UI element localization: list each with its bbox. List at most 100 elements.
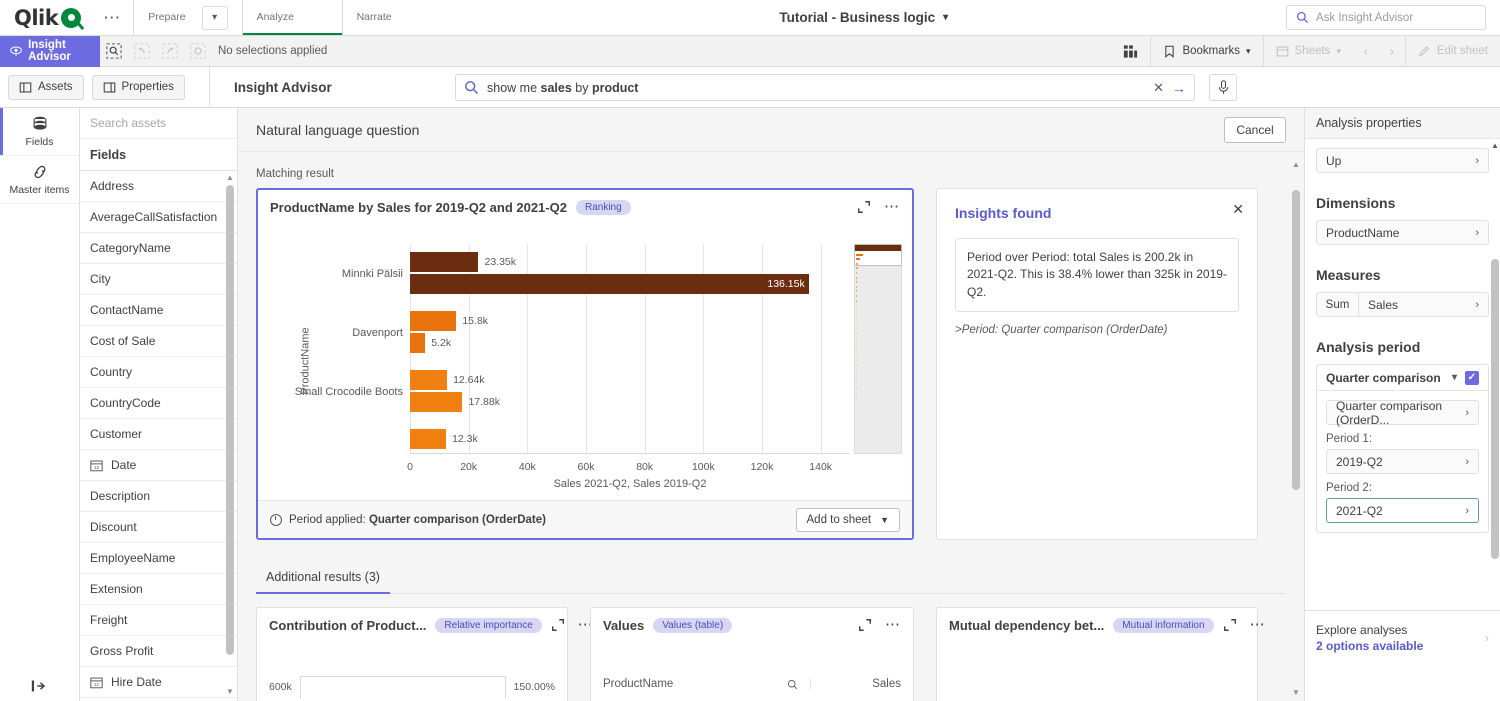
main-scrollbar[interactable]: ▲ ▼ [1290, 160, 1302, 697]
card-values[interactable]: Values Values (table) ⋯ [590, 607, 914, 701]
submit-search-icon[interactable]: → [1172, 80, 1186, 96]
insight-advisor-chip[interactable]: Insight Advisor [0, 36, 100, 67]
field-item[interactable]: ContactName [80, 295, 237, 326]
properties-scrollbar[interactable]: ▲ [1490, 139, 1500, 701]
field-item[interactable]: EmployeeName [80, 543, 237, 574]
minimap-bar [856, 323, 857, 325]
chart-bar[interactable] [410, 274, 809, 294]
nav-prepare[interactable]: Prepare Logical model ▾ [133, 0, 241, 35]
assets-scrollbar[interactable]: ▲ ▼ [224, 171, 236, 701]
scrollbar-thumb[interactable] [1292, 190, 1300, 490]
nav-analyze[interactable]: Analyze Sheet [242, 0, 342, 35]
chart-bar[interactable] [410, 392, 462, 412]
chart-bar[interactable] [410, 429, 446, 449]
minimap-bar [856, 364, 857, 366]
search-assets-input[interactable]: Search assets [80, 108, 237, 139]
field-item[interactable]: Address [80, 171, 237, 202]
chart-card[interactable]: ProductName by Sales for 2019-Q2 and 202… [256, 188, 914, 540]
field-item[interactable]: CategoryName [80, 233, 237, 264]
chart-bar[interactable] [410, 333, 425, 353]
card-contribution[interactable]: Contribution of Product... Relative impo… [256, 607, 568, 701]
sheets-button: Sheets ▾ [1263, 36, 1353, 67]
period1-select[interactable]: 2019-Q2 › [1326, 449, 1479, 474]
add-to-sheet-button[interactable]: Add to sheet ▼ [796, 508, 901, 532]
scroll-down-icon[interactable]: ▼ [224, 685, 236, 698]
field-label: Description [90, 489, 150, 503]
voice-input-button[interactable] [1209, 74, 1237, 101]
dimension-field[interactable]: ProductName › [1316, 220, 1489, 245]
calendar-icon: 12 [90, 676, 103, 689]
measure-field[interactable]: Sum Sales › [1316, 292, 1489, 317]
nav-analyze-sub: Analyze [257, 11, 294, 24]
field-item[interactable]: 12Hire Date [80, 667, 237, 698]
chevron-down-icon[interactable]: ▾ [943, 12, 948, 23]
scroll-up-icon[interactable]: ▲ [1490, 141, 1500, 150]
field-item[interactable]: Description [80, 481, 237, 512]
more-options-icon[interactable]: ⋯ [884, 203, 900, 211]
measure-aggregation[interactable]: Sum [1317, 293, 1359, 316]
field-item[interactable]: AverageCallSatisfaction [80, 202, 237, 233]
sort-direction-field[interactable]: Up › [1316, 148, 1489, 173]
sheet-grid-icon[interactable] [1111, 36, 1150, 67]
field-item[interactable]: Freight [80, 605, 237, 636]
scroll-up-icon[interactable]: ▲ [1290, 160, 1302, 169]
clear-search-icon[interactable]: ✕ [1153, 80, 1164, 96]
contribution-title: Contribution of Product... [269, 618, 426, 633]
scroll-up-icon[interactable]: ▲ [224, 171, 236, 184]
expand-icon[interactable] [1223, 618, 1237, 632]
ask-insight-advisor-input[interactable]: Ask Insight Advisor [1286, 5, 1486, 30]
field-item[interactable]: Cost of Sale [80, 326, 237, 357]
field-item[interactable]: Discount [80, 512, 237, 543]
period-enabled-checkbox[interactable]: ✓ [1465, 371, 1479, 385]
collapse-panel-button[interactable] [0, 679, 80, 693]
search-input[interactable]: show me sales by product ✕ → [455, 74, 1195, 101]
chart-bar[interactable] [410, 252, 478, 272]
scroll-down-icon[interactable]: ▼ [1290, 688, 1302, 697]
minimap-bar [856, 341, 857, 343]
field-item[interactable]: City [80, 264, 237, 295]
chart-minimap-scrollbar[interactable] [854, 244, 902, 454]
properties-toggle-button[interactable]: Properties [92, 75, 185, 100]
card-mutual-dependency[interactable]: Mutual dependency bet... Mutual informat… [936, 607, 1258, 701]
close-icon[interactable]: ✕ [1232, 201, 1244, 218]
cancel-button[interactable]: Cancel [1224, 117, 1286, 143]
expand-right-icon [30, 679, 50, 693]
nav-narrate[interactable]: Narrate Storytelling [342, 0, 442, 35]
eye-icon [10, 44, 22, 58]
bookmarks-button[interactable]: Bookmarks ▾ [1150, 36, 1262, 67]
tab-additional-results[interactable]: Additional results (3) [256, 562, 390, 594]
expand-icon[interactable] [858, 618, 872, 632]
chevron-down-icon[interactable]: ▾ [202, 6, 228, 30]
assets-toggle-button[interactable]: Assets [8, 75, 84, 100]
scrollbar-thumb[interactable] [1491, 259, 1499, 559]
selection-search-icon[interactable] [100, 36, 128, 67]
app-title[interactable]: Tutorial - Business logic ▾ [779, 10, 948, 25]
expand-icon[interactable] [857, 200, 871, 214]
expand-icon[interactable] [551, 618, 565, 632]
chart-bar[interactable] [410, 311, 456, 331]
nav-narrate-sub: Narrate [357, 11, 392, 24]
field-item[interactable]: 12Date [80, 450, 237, 481]
period-field-select[interactable]: Quarter comparison (OrderD... › [1326, 400, 1479, 425]
assets-panel: Search assets Fields AddressAverageCallS… [80, 108, 238, 701]
period2-select[interactable]: 2021-Q2 › [1326, 498, 1479, 523]
assets-section-header: Fields [80, 139, 237, 171]
rail-item-master-items[interactable]: Master items [0, 156, 79, 204]
field-item[interactable]: Extension [80, 574, 237, 605]
field-item[interactable]: CountryCode [80, 388, 237, 419]
scrollbar-thumb[interactable] [226, 185, 234, 655]
more-options-icon[interactable]: ⋯ [885, 621, 901, 629]
chart-bar[interactable] [410, 370, 447, 390]
field-item[interactable]: Gross Profit [80, 636, 237, 667]
period-type-select[interactable]: Quarter comparison ▾ ✓ [1317, 365, 1488, 391]
field-item[interactable]: Customer [80, 419, 237, 450]
ellipsis-icon[interactable]: ⋯ [91, 0, 133, 35]
field-item[interactable]: Country [80, 357, 237, 388]
explore-analyses-button[interactable]: Explore analyses 2 options available › [1305, 610, 1500, 665]
rail-item-fields[interactable]: Fields [0, 108, 79, 156]
more-options-icon[interactable]: ⋯ [1250, 621, 1266, 629]
main-canvas: Natural language question Cancel Matchin… [238, 108, 1304, 701]
panel-left-icon [19, 81, 32, 94]
qlik-logo[interactable]: Qlik [0, 0, 91, 35]
search-icon[interactable] [787, 679, 798, 690]
